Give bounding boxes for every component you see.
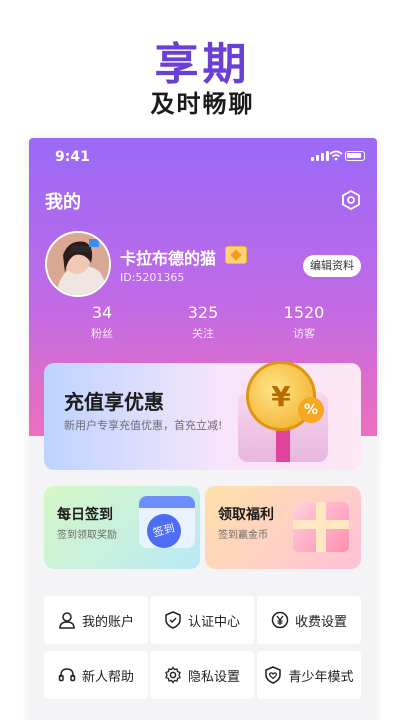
menu-label: 新人帮助 xyxy=(81,669,134,685)
headset-icon xyxy=(58,668,76,682)
card-subtitle: 签到领取奖励 xyxy=(57,530,117,541)
menu-verification-center[interactable]: 认证中心 xyxy=(150,596,254,644)
card-title: 领取福利 xyxy=(218,507,274,523)
recharge-subtitle: 新用户专享充值优惠，首充立减! xyxy=(64,419,223,432)
present-icon xyxy=(293,502,349,552)
menu-label: 认证中心 xyxy=(187,614,240,630)
stat-value: 325 xyxy=(187,303,219,322)
stat-visitors[interactable]: 1520 访客 xyxy=(264,303,344,341)
stat-followers[interactable]: 34 粉丝 xyxy=(62,303,142,341)
stat-following[interactable]: 325 关注 xyxy=(163,303,243,341)
stat-label: 访客 xyxy=(293,327,315,340)
card-subtitle: 签到赢金币 xyxy=(218,530,268,541)
settings-icon[interactable] xyxy=(341,190,361,210)
hero-subtitle: 及时畅聊 xyxy=(150,90,255,118)
gear-icon xyxy=(165,666,181,684)
battery-icon xyxy=(345,151,365,161)
edit-profile-button[interactable]: 编辑资料 xyxy=(303,255,361,277)
card-title: 每日签到 xyxy=(57,507,113,523)
wifi-icon xyxy=(329,150,343,161)
menu-label: 青少年模式 xyxy=(288,669,354,685)
yen-circle-icon xyxy=(271,611,289,629)
menu-teen-mode[interactable]: 青少年模式 xyxy=(257,651,361,699)
stat-value: 34 xyxy=(91,303,113,322)
page-title: 我的 xyxy=(45,192,81,213)
hero-title: 享期 xyxy=(154,39,251,90)
stat-value: 1520 xyxy=(283,303,325,322)
menu-label: 收费设置 xyxy=(294,614,347,630)
status-bar: 9:41 xyxy=(29,138,377,174)
user-id: ID:5201365 xyxy=(120,271,185,284)
shield-check-icon xyxy=(165,611,181,629)
welfare-card[interactable]: 领取福利 签到赢金币 xyxy=(205,486,361,569)
calendar-icon: 签到 xyxy=(139,496,195,552)
menu-my-account[interactable]: 我的账户 xyxy=(44,596,148,644)
vip-badge-icon xyxy=(225,246,247,264)
menu-privacy-settings[interactable]: 隐私设置 xyxy=(150,651,254,699)
signal-icon xyxy=(311,151,329,161)
phone-screen: 9:41 我的 卡拉布德的猫 ID:5201365 编辑资料 34 粉丝 325… xyxy=(29,138,377,720)
username: 卡拉布德的猫 xyxy=(120,249,217,268)
status-time: 9:41 xyxy=(55,149,90,165)
percent-icon: % xyxy=(298,397,324,423)
avatar[interactable] xyxy=(45,231,111,297)
daily-checkin-card[interactable]: 每日签到 签到领取奖励 签到 xyxy=(44,486,200,569)
menu-newbie-help[interactable]: 新人帮助 xyxy=(44,651,148,699)
recharge-banner[interactable]: 充值享优惠 新用户专享充值优惠，首充立减! ¥ % xyxy=(44,361,361,470)
menu-fee-settings[interactable]: 收费设置 xyxy=(257,596,361,644)
stat-label: 粉丝 xyxy=(91,327,113,340)
user-icon xyxy=(59,612,75,629)
recharge-title: 充值享优惠 xyxy=(64,390,164,414)
menu-label: 隐私设置 xyxy=(187,669,240,685)
checkin-stamp: 签到 xyxy=(143,510,185,552)
stat-label: 关注 xyxy=(192,327,214,340)
menu-label: 我的账户 xyxy=(81,614,134,630)
shield-heart-icon xyxy=(265,666,282,684)
